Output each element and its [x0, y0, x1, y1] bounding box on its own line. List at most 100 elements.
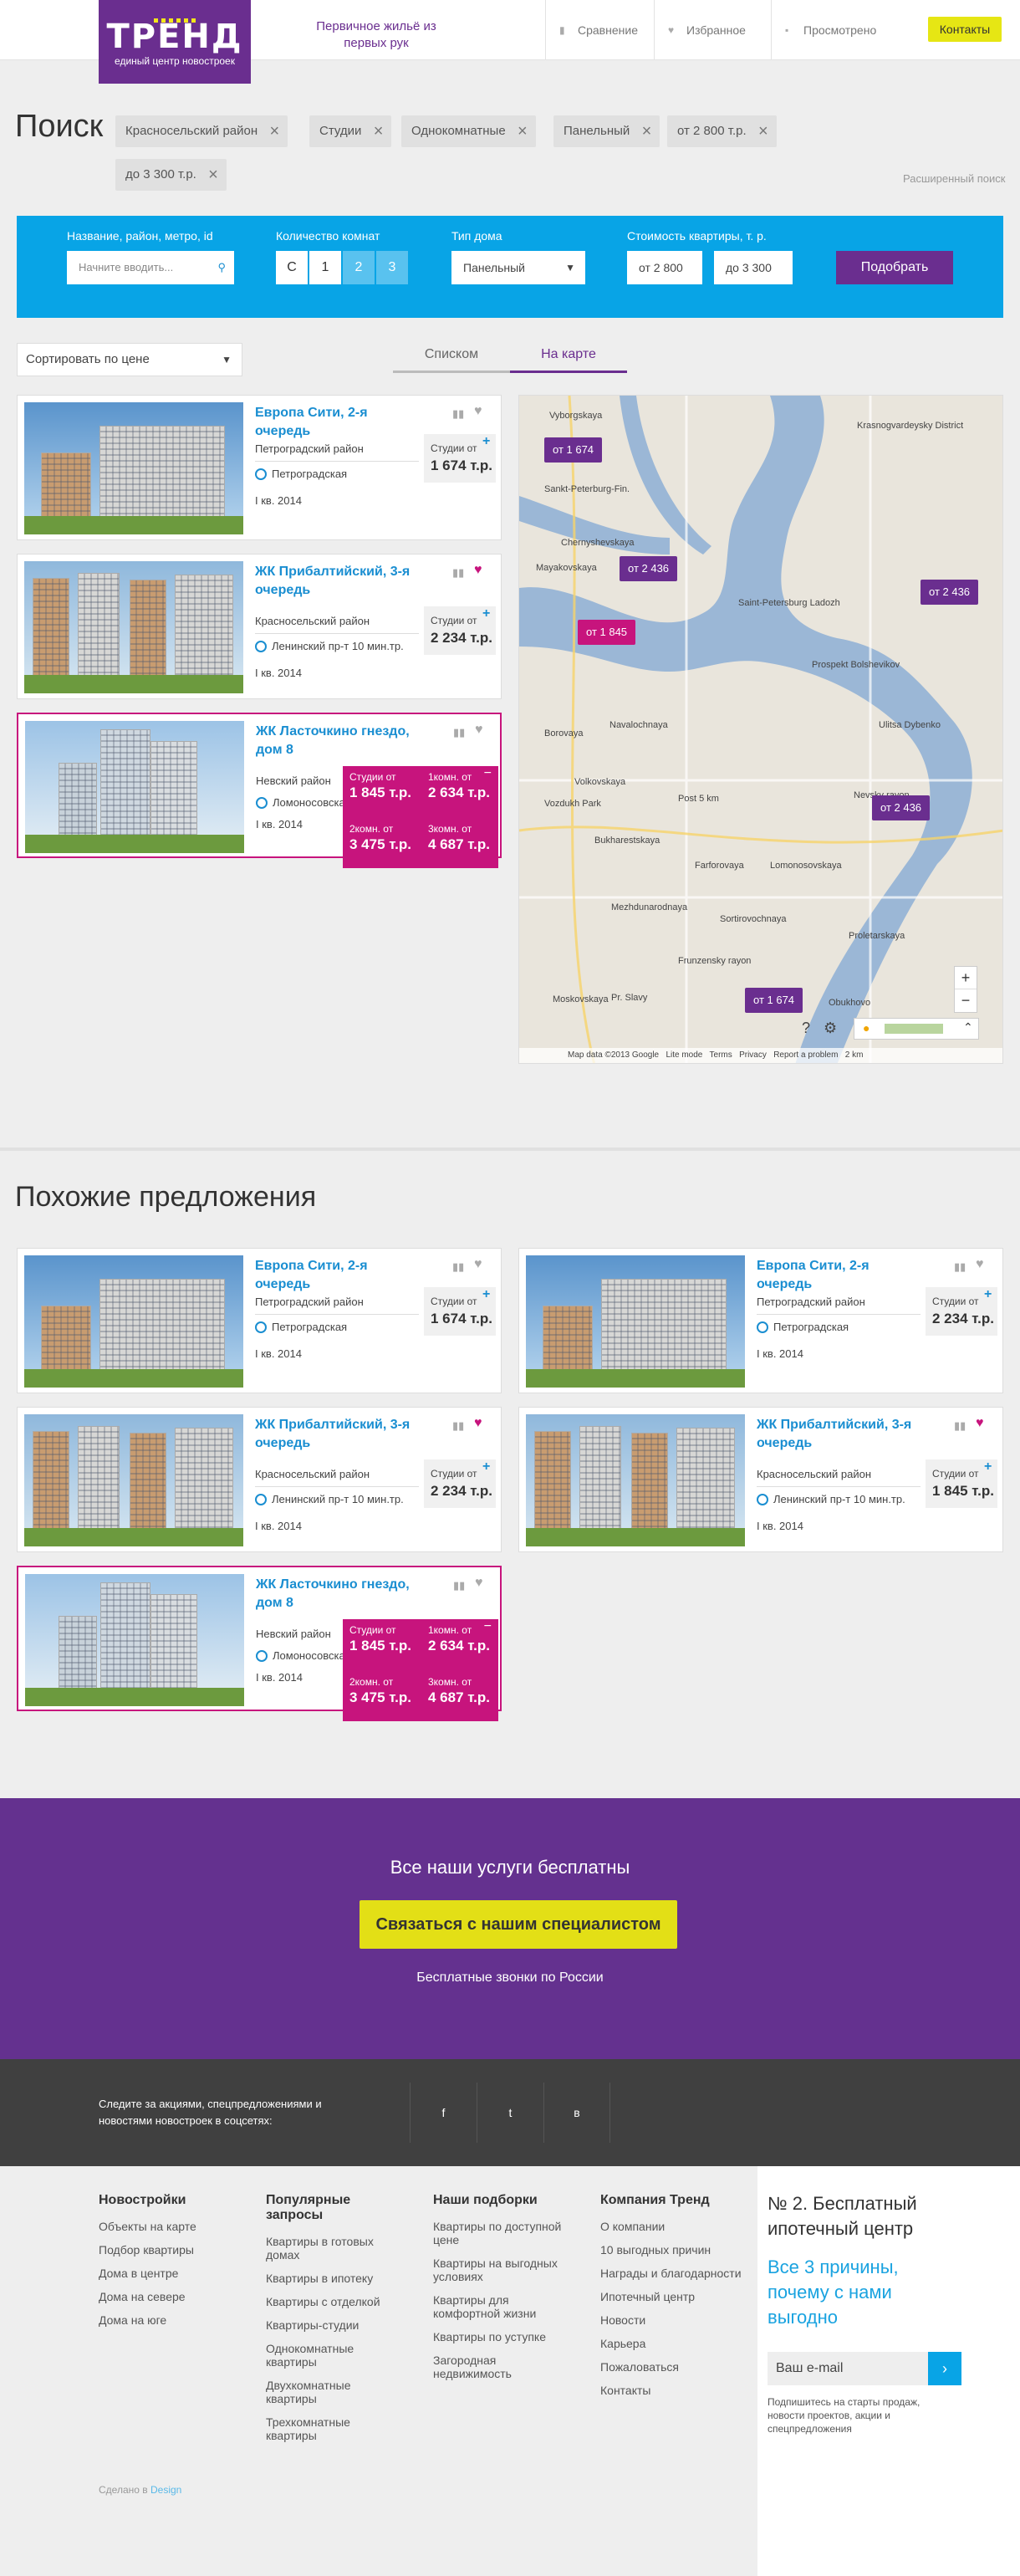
price-from-input[interactable]: от 2 800 — [627, 251, 702, 284]
footer-link[interactable]: Квартиры в ипотеку — [266, 2272, 391, 2285]
heart-icon[interactable]: ♥ — [474, 404, 482, 419]
compare-icon[interactable]: ▮▮ — [452, 1419, 464, 1433]
listing-name[interactable]: Европа Сити, 2-я очередь — [757, 1257, 924, 1294]
price-marker[interactable]: от 1 845 — [578, 620, 636, 645]
room-1-button[interactable]: 1 — [309, 251, 341, 284]
footer-link[interactable]: Новости — [600, 2313, 751, 2327]
footer-link[interactable]: Дома в центре — [99, 2267, 258, 2280]
map-toolbar[interactable]: ● ⌃ — [854, 1018, 979, 1040]
twitter-button[interactable]: t — [477, 2083, 543, 2143]
footer-link[interactable]: Квартиры по уступке — [433, 2330, 567, 2343]
chevron-up-icon[interactable]: ⌃ — [963, 1020, 973, 1035]
footer-link[interactable]: Ипотечный центр — [600, 2290, 751, 2303]
close-icon[interactable]: × — [208, 159, 218, 191]
facebook-button[interactable]: f — [410, 2083, 477, 2143]
listing-name[interactable]: ЖК Прибалтийский, 3-я очередь — [255, 1416, 422, 1453]
nav-favorites[interactable]: ♥ Избранное — [654, 0, 762, 60]
footer-link[interactable]: Пожаловаться — [600, 2360, 751, 2374]
footer-link[interactable]: Квартиры на выгодных условиях — [433, 2257, 567, 2283]
footer-link[interactable]: Квартиры в готовых домах — [266, 2235, 391, 2262]
listing-card[interactable]: Европа Сити, 2-я очередь ▮▮ ♥ Петроградск… — [518, 1248, 1003, 1393]
footer-link[interactable]: 10 выгодных причин — [600, 2243, 751, 2257]
mortgage-link[interactable]: Все 3 причины, почему с нами выгодно — [768, 2255, 935, 2330]
footer-link[interactable]: Загородная недвижимость — [433, 2354, 567, 2380]
gear-icon[interactable]: ⚙ — [824, 1020, 837, 1037]
footer-link[interactable]: Однокомнатные квартиры — [266, 2342, 391, 2369]
footer-link[interactable]: Дома на севере — [99, 2290, 258, 2303]
layers-icon[interactable] — [885, 1024, 943, 1034]
expand-plus-icon[interactable]: + — [482, 606, 490, 621]
footer-link[interactable]: Дома на юге — [99, 2313, 258, 2327]
footer-link[interactable]: О компании — [600, 2220, 751, 2233]
room-studio-button[interactable]: С — [276, 251, 308, 284]
map[interactable]: Krasnogvardeysky District Vyborgskaya Sa… — [518, 395, 1003, 1064]
listing-name[interactable]: Европа Сити, 2-я очередь — [255, 404, 422, 441]
filter-chip[interactable]: до 3 300 т.р. × — [115, 159, 227, 191]
footer-link[interactable]: Контакты — [600, 2384, 751, 2397]
footer-link[interactable]: Награды и благодарности — [600, 2267, 751, 2280]
nav-compare[interactable]: ▮ Сравнение — [545, 0, 654, 60]
price-to-input[interactable]: до 3 300 — [714, 251, 793, 284]
email-field[interactable]: Ваш e-mail — [768, 2352, 928, 2385]
search-input[interactable]: Начните вводить... ⚲ — [67, 251, 234, 284]
price-marker[interactable]: от 2 436 — [620, 556, 678, 581]
expand-plus-icon[interactable]: + — [482, 434, 490, 449]
filter-chip[interactable]: Панельный × — [553, 115, 660, 147]
expand-plus-icon[interactable]: + — [984, 1459, 992, 1475]
help-icon[interactable]: ? — [802, 1020, 810, 1037]
listing-name[interactable]: ЖК Ласточкино гнездо, дом 8 — [256, 723, 423, 759]
compare-icon[interactable]: ▮▮ — [954, 1260, 966, 1274]
footer-link[interactable]: Квартиры по доступной цене — [433, 2220, 567, 2246]
heart-icon[interactable]: ♥ — [474, 563, 482, 578]
pegman-icon[interactable]: ● — [863, 1021, 870, 1035]
sort-select[interactable]: Сортировать по цене ▼ — [17, 343, 242, 376]
close-icon[interactable]: × — [269, 115, 279, 147]
zoom-in-button[interactable]: + — [955, 967, 977, 989]
contact-specialist-button[interactable]: Связаться с нашим специалистом — [360, 1900, 677, 1949]
heart-icon[interactable]: ♥ — [474, 1416, 482, 1431]
footer-link[interactable]: Объекты на карте — [99, 2220, 258, 2233]
compare-icon[interactable]: ▮▮ — [452, 566, 464, 580]
compare-icon[interactable]: ▮▮ — [954, 1419, 966, 1433]
price-marker[interactable]: от 1 674 — [544, 437, 603, 463]
heart-icon[interactable]: ♥ — [474, 1257, 482, 1272]
expand-plus-icon[interactable]: + — [984, 1287, 992, 1302]
heart-icon[interactable]: ♥ — [976, 1257, 984, 1272]
footer-link[interactable]: Подбор квартиры — [99, 2243, 258, 2257]
price-marker[interactable]: от 2 436 — [872, 795, 931, 820]
room-3-button[interactable]: 3 — [376, 251, 408, 284]
tab-list[interactable]: Списком — [393, 343, 510, 373]
listing-name[interactable]: Европа Сити, 2-я очередь — [255, 1257, 422, 1294]
listing-card[interactable]: ЖК Ласточкино гнездо, дом 8 ▮▮ ♥ Невский … — [17, 713, 502, 868]
footer-link[interactable]: Карьера — [600, 2337, 751, 2350]
close-icon[interactable]: × — [518, 115, 528, 147]
close-icon[interactable]: × — [758, 115, 768, 147]
expand-plus-icon[interactable]: + — [482, 1459, 490, 1475]
compare-icon[interactable]: ▮▮ — [453, 726, 465, 739]
nav-viewed[interactable]: ▪ Просмотрено — [771, 0, 905, 60]
close-icon[interactable]: × — [642, 115, 652, 147]
listing-card[interactable]: ЖК Прибалтийский, 3-я очередь ▮▮ ♥ Красно… — [17, 554, 502, 699]
heart-icon[interactable]: ♥ — [976, 1416, 984, 1431]
compare-icon[interactable]: ▮▮ — [453, 1579, 465, 1592]
expand-plus-icon[interactable]: + — [482, 1287, 490, 1302]
filter-chip[interactable]: Красносельский район × — [115, 115, 288, 147]
listing-card[interactable]: ЖК Ласточкино гнездо, дом 8 ▮▮ ♥ Невский … — [17, 1566, 502, 1721]
listing-name[interactable]: ЖК Прибалтийский, 3-я очередь — [255, 563, 422, 600]
submit-button[interactable]: Подобрать — [836, 251, 953, 284]
footer-link[interactable]: Двухкомнатные квартиры — [266, 2379, 391, 2405]
zoom-out-button[interactable]: − — [955, 989, 977, 1012]
made-by-link[interactable]: Design — [150, 2484, 181, 2496]
listing-name[interactable]: ЖК Прибалтийский, 3-я очередь — [757, 1416, 924, 1453]
vk-button[interactable]: в — [543, 2083, 610, 2143]
listing-card[interactable]: ЖК Прибалтийский, 3-я очередь ▮▮ ♥ Красно… — [518, 1407, 1003, 1552]
listing-card[interactable]: Европа Сити, 2-я очередь ▮▮ ♥ Петроградск… — [17, 395, 502, 540]
heart-icon[interactable]: ♥ — [475, 723, 483, 738]
filter-chip[interactable]: Студии × — [309, 115, 392, 147]
compare-icon[interactable]: ▮▮ — [452, 407, 464, 421]
price-marker[interactable]: от 2 436 — [921, 580, 979, 605]
advanced-search-link[interactable]: Расширенный поиск — [903, 172, 1005, 185]
price-marker[interactable]: от 1 674 — [745, 988, 803, 1013]
contacts-button[interactable]: Контакты — [928, 17, 1002, 42]
house-type-select[interactable]: Панельный ▼ — [451, 251, 585, 284]
